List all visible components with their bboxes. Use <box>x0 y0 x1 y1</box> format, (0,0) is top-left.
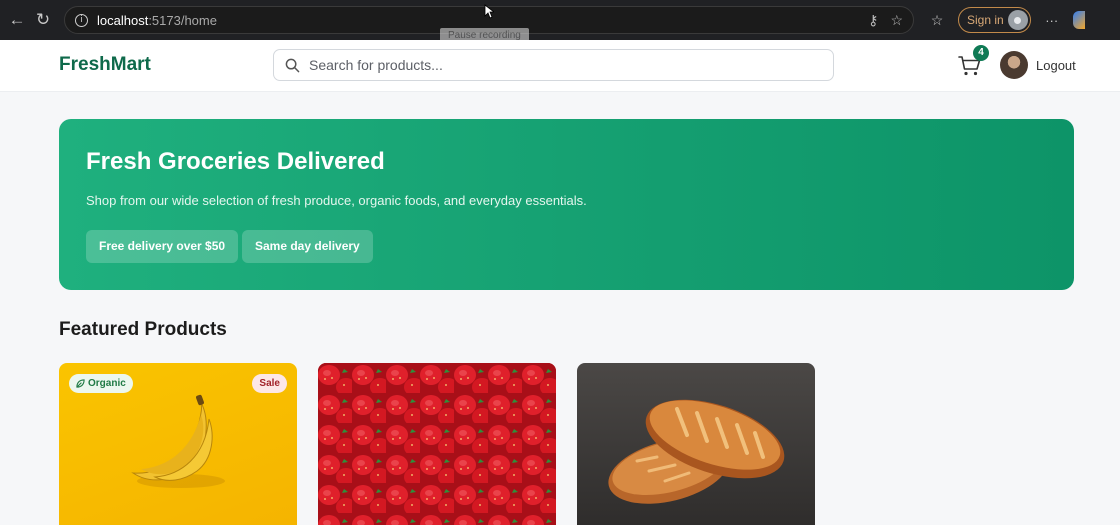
featured-products-heading: Featured Products <box>59 319 227 340</box>
strawberries-image <box>318 363 556 525</box>
search-icon <box>285 58 300 72</box>
organic-badge-label: Organic <box>88 378 126 389</box>
free-delivery-chip: Free delivery over $50 <box>86 230 239 263</box>
hero-title: Fresh Groceries Delivered <box>86 148 385 175</box>
url-path: :5173/home <box>148 12 217 28</box>
leaf-icon <box>76 379 85 388</box>
back-arrow-icon[interactable]: ← <box>4 10 30 30</box>
logout-button[interactable]: Logout <box>1036 58 1076 73</box>
cart-count-badge: 4 <box>973 45 989 61</box>
hero-banner: Fresh Groceries Delivered Shop from our … <box>59 119 1074 290</box>
reload-icon[interactable]: ↻ <box>30 10 56 30</box>
user-avatar[interactable] <box>1000 51 1028 79</box>
info-icon[interactable]: i <box>75 13 88 27</box>
sign-in-button[interactable]: Sign in <box>958 7 1031 33</box>
browser-toolbar: ← ↻ i localhost:5173/home ⚷ ☆ ☆ Sign in … <box>0 0 1120 40</box>
search-bar[interactable] <box>273 49 834 81</box>
app-header: FreshMart 4 Logout <box>0 40 1120 92</box>
copilot-icon[interactable] <box>1072 11 1085 29</box>
product-card[interactable] <box>318 363 556 525</box>
organic-badge: Organic <box>69 374 133 393</box>
more-menu-icon[interactable]: ··· <box>1039 13 1065 28</box>
bread-image <box>608 399 785 504</box>
sale-badge: Sale <box>252 374 287 393</box>
sign-in-label: Sign in <box>967 13 1004 27</box>
url-host: localhost <box>97 12 149 28</box>
product-card[interactable]: Organic Sale <box>59 363 297 525</box>
favorites-icon[interactable]: ☆ <box>924 12 950 29</box>
key-icon[interactable]: ⚷ <box>868 12 878 29</box>
hero-subtitle: Shop from our wide selection of fresh pr… <box>86 193 587 208</box>
same-day-delivery-chip: Same day delivery <box>242 230 373 263</box>
profile-icon <box>1007 10 1028 30</box>
product-card[interactable] <box>577 363 815 525</box>
brand-logo[interactable]: FreshMart <box>59 54 151 76</box>
mouse-cursor-icon <box>484 4 494 19</box>
star-icon[interactable]: ☆ <box>890 12 903 29</box>
search-input[interactable] <box>309 57 789 73</box>
